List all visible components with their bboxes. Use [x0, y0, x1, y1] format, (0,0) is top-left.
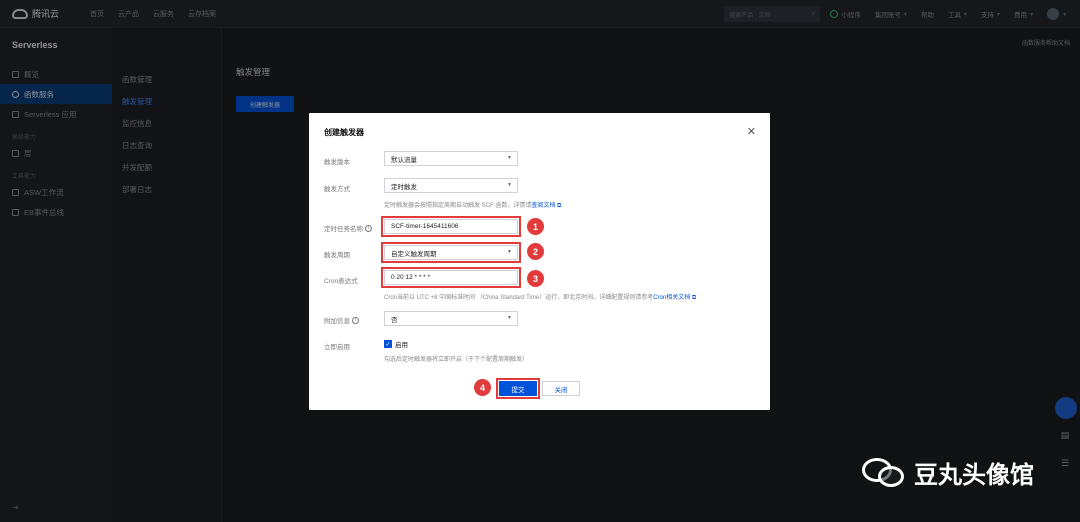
cancel-button[interactable]: 关闭: [542, 381, 580, 396]
method-doc-link[interactable]: 查阅文档: [531, 203, 555, 209]
watermark: 豆丸头像馆: [862, 455, 1034, 490]
step-badge-2: 2: [527, 243, 544, 260]
method-hint-text: 定时触发器会按照指定周期自动触发 SCF 函数，详情请: [384, 203, 532, 209]
task-name-label: 定时任务名称 i: [324, 223, 372, 233]
enable-checkbox-label: 启用: [395, 342, 408, 349]
info-icon[interactable]: i: [352, 316, 359, 324]
submit-button[interactable]: 提交: [496, 378, 540, 399]
chevron-down-icon: ▼: [507, 182, 512, 188]
method-label: 触发方式: [324, 186, 350, 193]
chevron-down-icon: ▼: [507, 155, 512, 161]
extra-info-select-value: 否: [391, 316, 398, 324]
method-select-value: 定时触发: [391, 183, 417, 191]
enable-hint: 勾选后定时触发器将立即开启（于下个配置周期触发）: [384, 357, 529, 363]
cron-label: Cron表达式: [324, 278, 358, 285]
dialog-title: 创建触发器: [324, 128, 364, 137]
method-hint: 定时触发器会按照指定周期自动触发 SCF 函数，详情请查阅文档 ⧉: [384, 200, 561, 210]
chevron-down-icon: ▼: [507, 315, 512, 321]
period-select[interactable]: 自定义触发周期 ▼: [381, 242, 521, 263]
create-trigger-dialog: 创建触发器 ✕ 触发版本 默认流量 ▼ 触发方式 定时触发 ▼ 定时触发器会按照…: [309, 113, 770, 410]
extra-info-select[interactable]: 否 ▼: [384, 311, 518, 326]
step-badge-1: 1: [527, 218, 544, 235]
version-select[interactable]: 默认流量 ▼: [384, 151, 518, 166]
cron-input[interactable]: 0 20 12 * * * *: [381, 267, 521, 288]
period-label: 触发周期: [324, 252, 350, 259]
extra-info-label-text: 附加信息: [324, 318, 350, 325]
close-icon[interactable]: ✕: [747, 125, 756, 138]
version-label: 触发版本: [324, 159, 350, 166]
period-select-value: 自定义触发周期: [391, 250, 437, 258]
version-select-value: 默认流量: [391, 156, 417, 164]
enable-label: 立即启用: [324, 344, 350, 351]
step-badge-3: 3: [527, 270, 544, 287]
cron-hint: Cron当前以 UTC +8 中国标准时间 （China Standard Ti…: [384, 292, 696, 302]
watermark-text: 豆丸头像馆: [914, 461, 1034, 489]
method-select[interactable]: 定时触发 ▼: [384, 178, 518, 193]
cron-hint-text: Cron当前以 UTC +8 中国标准时间 （China Standard Ti…: [384, 295, 654, 301]
external-link-icon: ⧉: [691, 295, 697, 301]
enable-checkbox[interactable]: ✓ 启用: [384, 339, 408, 349]
task-name-label-text: 定时任务名称: [324, 226, 363, 233]
task-name-input[interactable]: SCF-timer-1645411606: [381, 216, 521, 237]
wechat-logo-icon: [862, 456, 906, 490]
extra-info-label: 附加信息 i: [324, 315, 359, 325]
chevron-down-icon: ▼: [507, 249, 512, 255]
cron-doc-link[interactable]: Cron相关文档: [653, 295, 690, 301]
external-link-icon: ⧉: [557, 203, 562, 209]
step-badge-4: 4: [474, 379, 491, 396]
checkmark-icon: ✓: [384, 340, 392, 348]
info-icon[interactable]: i: [365, 224, 372, 232]
